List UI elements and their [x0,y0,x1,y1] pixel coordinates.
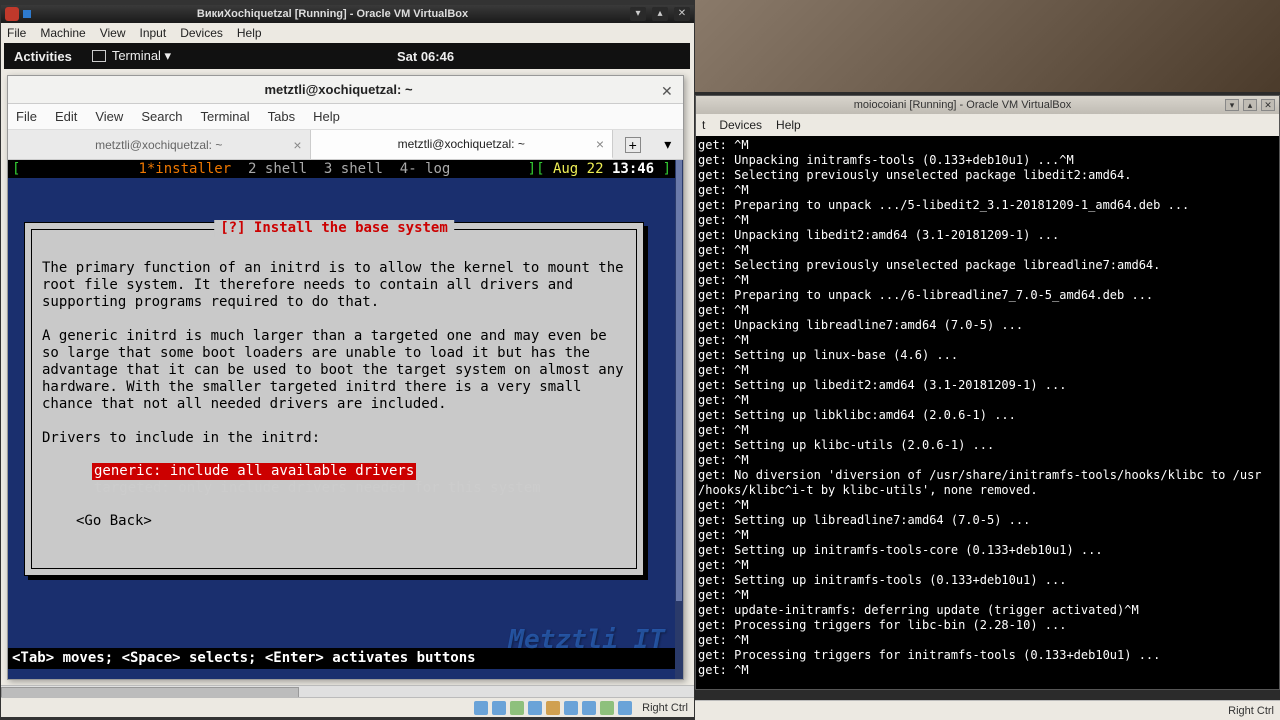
tab-close-icon[interactable]: × [596,136,604,152]
status-item: 3 shell [324,161,383,178]
vm2-titlebar[interactable]: moiocoiani [Running] - Oracle VM Virtual… [696,96,1279,114]
term-menu-search[interactable]: Search [141,109,182,124]
app-menu-label: Terminal ▾ [112,48,171,64]
status-icon [564,701,578,715]
vm1-title-text: ВикиXochiquetzal [Running] - Oracle VM V… [35,8,630,20]
vm1-menubar: File Machine View Input Devices Help [1,23,694,43]
vm2-maximize-button[interactable]: ▴ [1243,99,1257,111]
installer-prompt: Drivers to include in the initrd: [42,430,626,447]
vm1-minimize-button[interactable]: ▾ [630,7,646,21]
term-menu-tabs[interactable]: Tabs [268,109,295,124]
terminal-tab-1[interactable]: metztli@xochiquetzal: ~ × [8,130,311,159]
tab-label: metztli@xochiquetzal: ~ [398,137,525,151]
status-icon [546,701,560,715]
status-item: 2 shell [248,161,307,178]
vm1-statusbar: Right Ctrl [1,697,694,717]
term-menu-file[interactable]: File [16,109,37,124]
status-time: 13:46 [612,161,654,178]
term-menu-edit[interactable]: Edit [55,109,77,124]
vm1-menu-input[interactable]: Input [140,26,167,40]
status-icon [492,701,506,715]
vm1-host-key: Right Ctrl [642,702,688,714]
vm2-statusbar: Right Ctrl [695,700,1280,720]
terminal-title-text: metztli@xochiquetzal: ~ [16,82,661,97]
terminal-menubar: File Edit View Search Terminal Tabs Help [8,104,683,130]
installer-option-targeted[interactable]: targeted: only include drivers needed fo… [92,480,543,496]
new-tab-button[interactable]: + [625,137,641,153]
watermark-text: Metztli IT [508,632,665,649]
status-icon [618,701,632,715]
terminal-titlebar[interactable]: metztli@xochiquetzal: ~ ✕ [8,76,683,104]
terminal-tab-2[interactable]: metztli@xochiquetzal: ~ × [311,130,614,159]
app-menu[interactable]: Terminal ▾ [92,48,171,64]
vm2-menu-devices[interactable]: Devices [719,118,762,132]
vm1-titlebar[interactable]: ВикиXochiquetzal [Running] - Oracle VM V… [1,5,694,23]
vm1-menu-help[interactable]: Help [237,26,262,40]
gnome-topbar: Activities Terminal ▾ Sat 06:46 [4,43,690,69]
vm1-menu-view[interactable]: View [100,26,126,40]
term-menu-view[interactable]: View [95,109,123,124]
terminal-close-button[interactable]: ✕ [661,83,675,97]
installer-option-generic[interactable]: generic: include all available drivers [92,463,416,480]
status-icon [600,701,614,715]
status-icon [582,701,596,715]
vm2-host-key: Right Ctrl [1228,705,1274,717]
status-date: Aug 22 [553,161,604,178]
vm2-minimize-button[interactable]: ▾ [1225,99,1239,111]
tab-menu-button[interactable]: ▾ [664,136,671,153]
status-item: 1*installer [138,161,231,178]
status-icon [528,701,542,715]
vm2-terminal-output: get: ^M get: Unpacking initramfs-tools (… [696,136,1279,689]
app-icon [5,7,19,21]
installer-paragraph: The primary function of an initrd is to … [42,260,626,311]
vm1-window: ВикиXochiquetzal [Running] - Oracle VM V… [0,4,695,718]
vm1-close-button[interactable]: ✕ [674,7,690,21]
installer-goback-button[interactable]: <Go Back> [42,513,626,530]
vm2-menu-item[interactable]: t [702,118,705,132]
terminal-tab-actions: + ▾ [613,130,683,159]
vm1-menu-devices[interactable]: Devices [180,26,223,40]
status-icon [510,701,524,715]
terminal-icon [92,50,106,62]
installer-title: [?] Install the base system [214,220,454,237]
installer-dialog: [?] Install the base system The primary … [24,222,644,576]
vm2-window: moiocoiani [Running] - Oracle VM Virtual… [695,95,1280,690]
vm2-menubar: t Devices Help [696,114,1279,136]
status-icon [474,701,488,715]
vm1-menu-file[interactable]: File [7,26,26,40]
desktop-bg-right-top [695,0,1280,92]
clock-label[interactable]: Sat 06:46 [397,49,454,64]
vm2-close-button[interactable]: ✕ [1261,99,1275,111]
activities-button[interactable]: Activities [14,49,72,64]
vm2-menu-help[interactable]: Help [776,118,801,132]
screen-status-line: [ 1*installer 2 shell 3 shell 4- log ][ … [8,160,675,178]
tab-label: metztli@xochiquetzal: ~ [95,138,222,152]
term-menu-help[interactable]: Help [313,109,340,124]
terminal-window: metztli@xochiquetzal: ~ ✕ File Edit View… [7,75,684,680]
scrollbar-thumb[interactable] [676,160,682,601]
terminal-body[interactable]: [ 1*installer 2 shell 3 shell 4- log ][ … [8,160,675,679]
tab-close-icon[interactable]: × [293,137,301,153]
term-menu-terminal[interactable]: Terminal [201,109,250,124]
vm1-maximize-button[interactable]: ▴ [652,7,668,21]
terminal-tabbar: metztli@xochiquetzal: ~ × metztli@xochiq… [8,130,683,160]
vbox-icon [23,10,31,18]
vm2-title-text: moiocoiani [Running] - Oracle VM Virtual… [700,99,1225,111]
installer-paragraph: A generic initrd is much larger than a t… [42,328,626,413]
terminal-scrollbar[interactable] [675,160,683,679]
status-item: 4- log [400,161,451,178]
vm1-menu-machine[interactable]: Machine [40,26,85,40]
